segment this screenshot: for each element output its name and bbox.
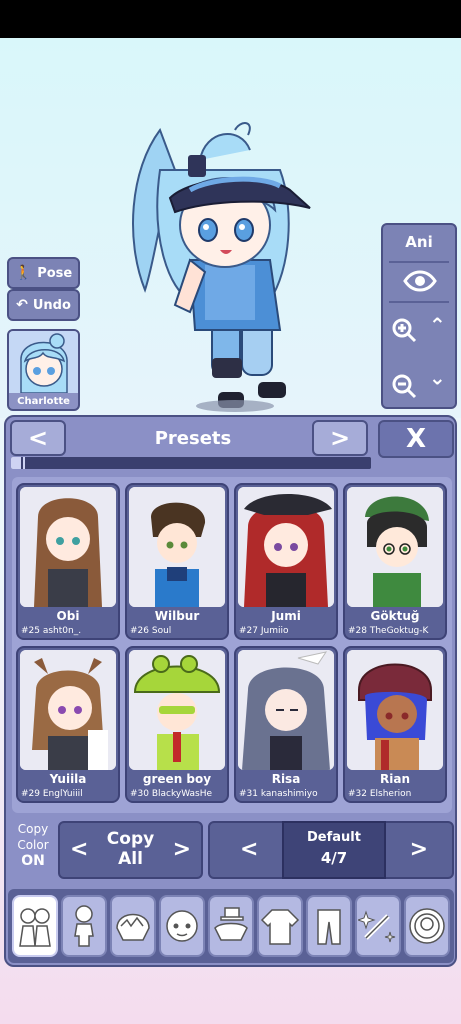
tab-body[interactable] [61,895,107,957]
preset-card[interactable]: Jumi #27 Jumiio [234,483,338,640]
eye-icon[interactable] [403,269,437,293]
preset-card[interactable]: Wilbur #26 Soul [125,483,229,640]
preset-card[interactable]: Risa #31 kanashimiyo [234,646,338,803]
preset-card[interactable]: Rian #32 Elsherion [343,646,447,803]
copy-all-selector: < Copy All > [58,821,203,879]
slot-count: 4/7 [320,849,348,867]
undo-button[interactable]: ↶ Undo [7,289,80,321]
tab-hair[interactable] [110,895,156,957]
ani-button[interactable]: Ani [383,233,455,251]
preset-name: Göktuğ [370,609,420,623]
top-clothing-icon [260,909,300,945]
bottom-clothing-icon [317,909,341,945]
preset-thumbnail [347,487,443,607]
character-figure[interactable] [120,90,320,420]
undo-icon: ↶ [16,297,28,313]
tab-presets[interactable] [12,895,58,957]
preset-name: Obi [56,609,80,623]
preset-thumbnail [347,650,443,770]
presets-prev-button[interactable]: < [10,420,66,456]
preset-id: #27 Jumiio [239,626,289,636]
hair-icon [116,913,150,941]
presets-panel: < Presets > X Obi #25 asht0n_. Wilbur #2… [4,415,457,967]
character-slot-card[interactable]: Charlotte [7,329,80,411]
divider [389,261,449,263]
slot-selector: < Default 4/7 > [208,821,454,879]
body-icon [74,905,94,947]
tab-accessories[interactable] [208,895,254,957]
zoom-in-icon[interactable] [391,317,417,343]
status-bar [0,0,461,38]
zoom-out-icon[interactable] [391,373,417,399]
preset-thumbnail [20,650,116,770]
character-stage: 🚶 Pose ↶ Undo Charlotte Ani ⌃ ⌃ [0,38,461,418]
slot-prev-arrow[interactable]: < [240,837,258,862]
character-avatar [9,331,78,394]
preset-id: #32 Elsherion [348,789,412,799]
pose-button[interactable]: 🚶 Pose [7,257,80,289]
face-icon [166,910,198,942]
preset-id: #30 BlackyWasHe [130,789,213,799]
copy-color-line1: Copy [17,822,49,836]
preset-thumbnail [238,487,334,607]
presets-title: Presets [154,428,232,449]
tab-profile[interactable] [404,895,450,957]
tab-bottoms[interactable] [306,895,352,957]
pose-icon: 🚶 [14,265,33,281]
presets-icon [19,908,51,947]
tab-effects[interactable] [355,895,401,957]
close-button[interactable]: X [378,420,454,458]
floor-shadow [196,400,274,412]
presets-next-button[interactable]: > [312,420,368,456]
copy-color-line2: Color [17,838,49,852]
character-name: Charlotte [17,396,70,407]
preset-name: Rian [380,772,410,786]
preset-card[interactable]: green boy #30 BlackyWasHe [125,646,229,803]
progress-ticks [11,457,371,469]
preset-card[interactable]: Yuiila #29 EnglYuiiil [16,646,120,803]
preset-name: Risa [271,772,301,786]
effects-icon [358,910,396,943]
divider [389,301,449,303]
preset-id: #26 Soul [130,626,172,636]
move-down-icon[interactable]: ⌃ [429,365,446,389]
preset-thumbnail [129,650,225,770]
preset-name: Wilbur [154,609,200,623]
slot-label: Default [307,830,361,845]
presets-grid: Obi #25 asht0n_. Wilbur #26 Soul Jumi #2… [12,477,452,813]
preset-id: #31 kanashimiyo [239,789,318,799]
accessory-icon [214,907,248,941]
slot-display[interactable]: Default 4/7 [282,821,386,879]
copy-color-state: ON [21,853,45,869]
preset-thumbnail [20,487,116,607]
copy-color-toggle[interactable]: Copy Color ON [10,821,56,877]
copy-next-arrow[interactable]: > [173,837,191,862]
preset-thumbnail [238,650,334,770]
pose-label: Pose [37,265,73,281]
preset-name: Yuiila [49,772,87,786]
presets-progress [11,457,371,469]
preset-id: #25 asht0n_. [21,626,82,636]
undo-label: Undo [32,297,71,313]
preset-card[interactable]: Obi #25 asht0n_. [16,483,120,640]
preset-id: #29 EnglYuiiil [21,789,83,799]
category-tab-bar [8,889,454,963]
tab-face[interactable] [159,895,205,957]
preset-card[interactable]: Göktuğ #28 TheGoktug-K [343,483,447,640]
slot-next-arrow[interactable]: > [410,837,428,862]
preset-id: #28 TheGoktug-K [348,626,429,636]
profile-icon [409,908,445,944]
preset-thumbnail [129,487,225,607]
move-up-icon[interactable]: ⌃ [429,313,446,337]
view-controls-panel: Ani ⌃ ⌃ [381,223,457,409]
preset-name: Jumi [271,609,301,623]
preset-name: green boy [142,772,212,786]
tab-tops[interactable] [257,895,303,957]
